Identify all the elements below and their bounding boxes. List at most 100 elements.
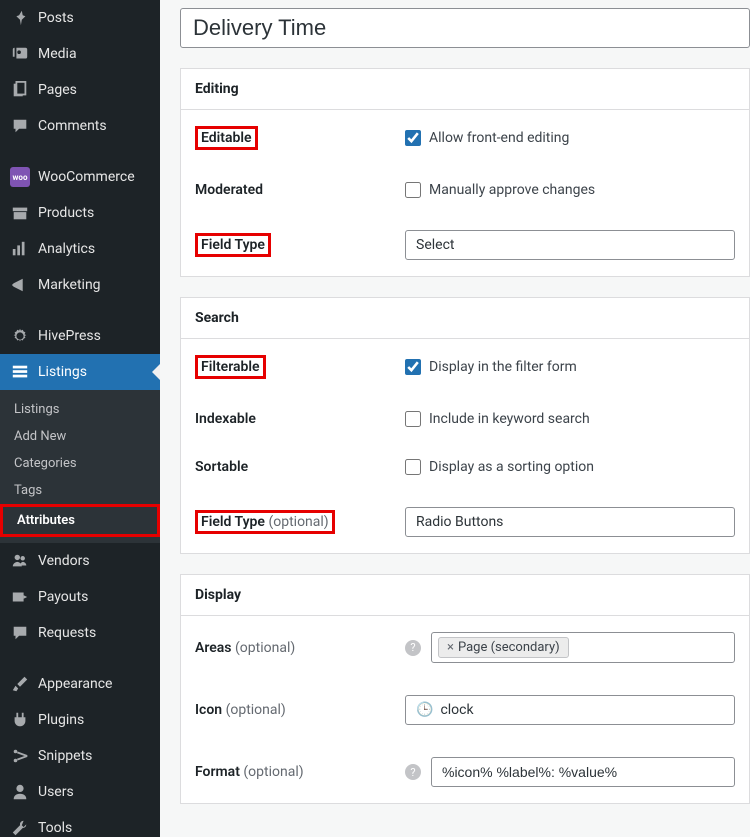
sidebar-item-users[interactable]: Users — [0, 774, 160, 810]
sidebar-item-listings[interactable]: Listings — [0, 354, 160, 390]
indexable-checkbox[interactable] — [405, 411, 421, 427]
panel-editing-title: Editing — [181, 69, 253, 109]
sidebar-item-appearance[interactable]: Appearance — [0, 666, 160, 702]
panel-editing: Editing Editable Allow front-end editing… — [180, 68, 750, 277]
sidebar-item-products[interactable]: Products — [0, 195, 160, 231]
content-area: Editing Editable Allow front-end editing… — [160, 0, 750, 837]
bars-icon — [10, 239, 30, 259]
media-icon — [10, 44, 30, 64]
comment-icon — [10, 116, 30, 136]
panel-search: Search Filterable Display in the filter … — [180, 297, 750, 554]
areas-tag[interactable]: ×Page (secondary) — [438, 637, 569, 658]
scissors-icon — [10, 746, 30, 766]
indexable-description: Include in keyword search — [429, 411, 590, 427]
sidebar-item-hivepress[interactable]: HivePress — [0, 318, 160, 354]
remove-tag-icon[interactable]: × — [447, 640, 454, 655]
sidebar-item-label: HivePress — [38, 328, 101, 344]
sortable-checkbox[interactable] — [405, 459, 421, 475]
sidebar-item-label: Comments — [38, 118, 107, 134]
sortable-description: Display as a sorting option — [429, 459, 594, 475]
pin-icon — [10, 8, 30, 28]
moderated-description: Manually approve changes — [429, 182, 595, 198]
filterable-checkbox[interactable] — [405, 359, 421, 375]
sidebar-item-snippets[interactable]: Snippets — [0, 738, 160, 774]
submenu-add-new[interactable]: Add New — [0, 423, 160, 450]
areas-label: Areas — [195, 640, 232, 656]
format-input[interactable] — [431, 757, 735, 787]
wrench-icon — [10, 818, 30, 837]
sidebar-item-label: Vendors — [38, 553, 90, 569]
submenu-categories[interactable]: Categories — [0, 450, 160, 477]
sidebar-item-label: Payouts — [38, 589, 88, 605]
sidebar-item-media[interactable]: Media — [0, 36, 160, 72]
pages-icon — [10, 80, 30, 100]
admin-sidebar: Posts Media Pages Comments woo WooCommer… — [0, 0, 160, 837]
submenu-listings-list[interactable]: Listings — [0, 396, 160, 423]
gear-icon — [10, 326, 30, 346]
sidebar-item-label: Plugins — [38, 712, 84, 728]
sidebar-item-vendors[interactable]: Vendors — [0, 543, 160, 579]
submenu-attributes[interactable]: Attributes — [3, 507, 157, 534]
editable-checkbox[interactable] — [405, 130, 421, 146]
archive-icon — [10, 203, 30, 223]
users-icon — [10, 551, 30, 571]
user-icon — [10, 782, 30, 802]
submenu-tags[interactable]: Tags — [0, 477, 160, 504]
sidebar-item-label: Media — [38, 46, 77, 62]
indexable-label: Indexable — [195, 411, 405, 427]
sidebar-item-label: Users — [38, 784, 74, 800]
help-icon[interactable]: ? — [405, 764, 421, 780]
megaphone-icon — [10, 275, 30, 295]
editing-fieldtype-select[interactable]: Select — [405, 230, 735, 260]
sidebar-item-label: Listings — [38, 364, 87, 380]
attribute-title-input[interactable] — [180, 8, 750, 48]
areas-select[interactable]: ×Page (secondary) — [431, 632, 735, 663]
sidebar-item-label: Snippets — [38, 748, 92, 764]
sidebar-item-requests[interactable]: Requests — [0, 615, 160, 651]
sidebar-item-woocommerce[interactable]: woo WooCommerce — [0, 159, 160, 195]
sidebar-item-label: Pages — [38, 82, 77, 98]
sidebar-item-payouts[interactable]: Payouts — [0, 579, 160, 615]
help-icon[interactable]: ? — [405, 640, 421, 656]
sidebar-item-plugins[interactable]: Plugins — [0, 702, 160, 738]
icon-opt: (optional) — [226, 702, 286, 718]
sidebar-item-label: WooCommerce — [38, 169, 135, 185]
areas-opt: (optional) — [235, 640, 295, 656]
sidebar-item-analytics[interactable]: Analytics — [0, 231, 160, 267]
panel-search-title: Search — [181, 298, 253, 338]
sidebar-item-marketing[interactable]: Marketing — [0, 267, 160, 303]
editable-label: Editable — [195, 126, 258, 150]
sidebar-item-comments[interactable]: Comments — [0, 108, 160, 144]
search-fieldtype-select[interactable]: Radio Buttons — [405, 507, 735, 537]
sidebar-item-label: Products — [38, 205, 94, 221]
filterable-label: Filterable — [195, 355, 266, 379]
moderated-label: Moderated — [195, 182, 405, 198]
format-label: Format — [195, 764, 240, 780]
list-icon — [10, 362, 30, 382]
search-fieldtype-label: Field Type — [201, 514, 265, 530]
icon-label: Icon — [195, 702, 222, 718]
moderated-checkbox[interactable] — [405, 182, 421, 198]
editing-fieldtype-label: Field Type — [195, 233, 271, 257]
format-opt: (optional) — [243, 764, 303, 780]
sidebar-item-tools[interactable]: Tools — [0, 810, 160, 837]
sidebar-item-label: Analytics — [38, 241, 95, 257]
woo-icon: woo — [10, 167, 30, 187]
panel-display-title: Display — [181, 575, 255, 615]
clock-icon: 🕒 — [416, 702, 433, 718]
plug-icon — [10, 710, 30, 730]
sidebar-item-label: Posts — [38, 10, 74, 26]
sidebar-item-label: Marketing — [38, 277, 101, 293]
sidebar-item-label: Requests — [38, 625, 96, 641]
panel-display: Display Areas (optional) ? ×Page (second… — [180, 574, 750, 804]
sidebar-item-pages[interactable]: Pages — [0, 72, 160, 108]
submenu-listings: Listings Add New Categories Tags Attribu… — [0, 390, 160, 543]
payout-icon — [10, 587, 30, 607]
sidebar-item-posts[interactable]: Posts — [0, 0, 160, 36]
sidebar-item-label: Tools — [38, 820, 72, 836]
search-fieldtype-opt: (optional) — [268, 514, 328, 530]
sidebar-item-label: Appearance — [38, 676, 112, 692]
icon-select[interactable]: 🕒 clock — [405, 695, 735, 725]
filterable-description: Display in the filter form — [429, 359, 577, 375]
brush-icon — [10, 674, 30, 694]
